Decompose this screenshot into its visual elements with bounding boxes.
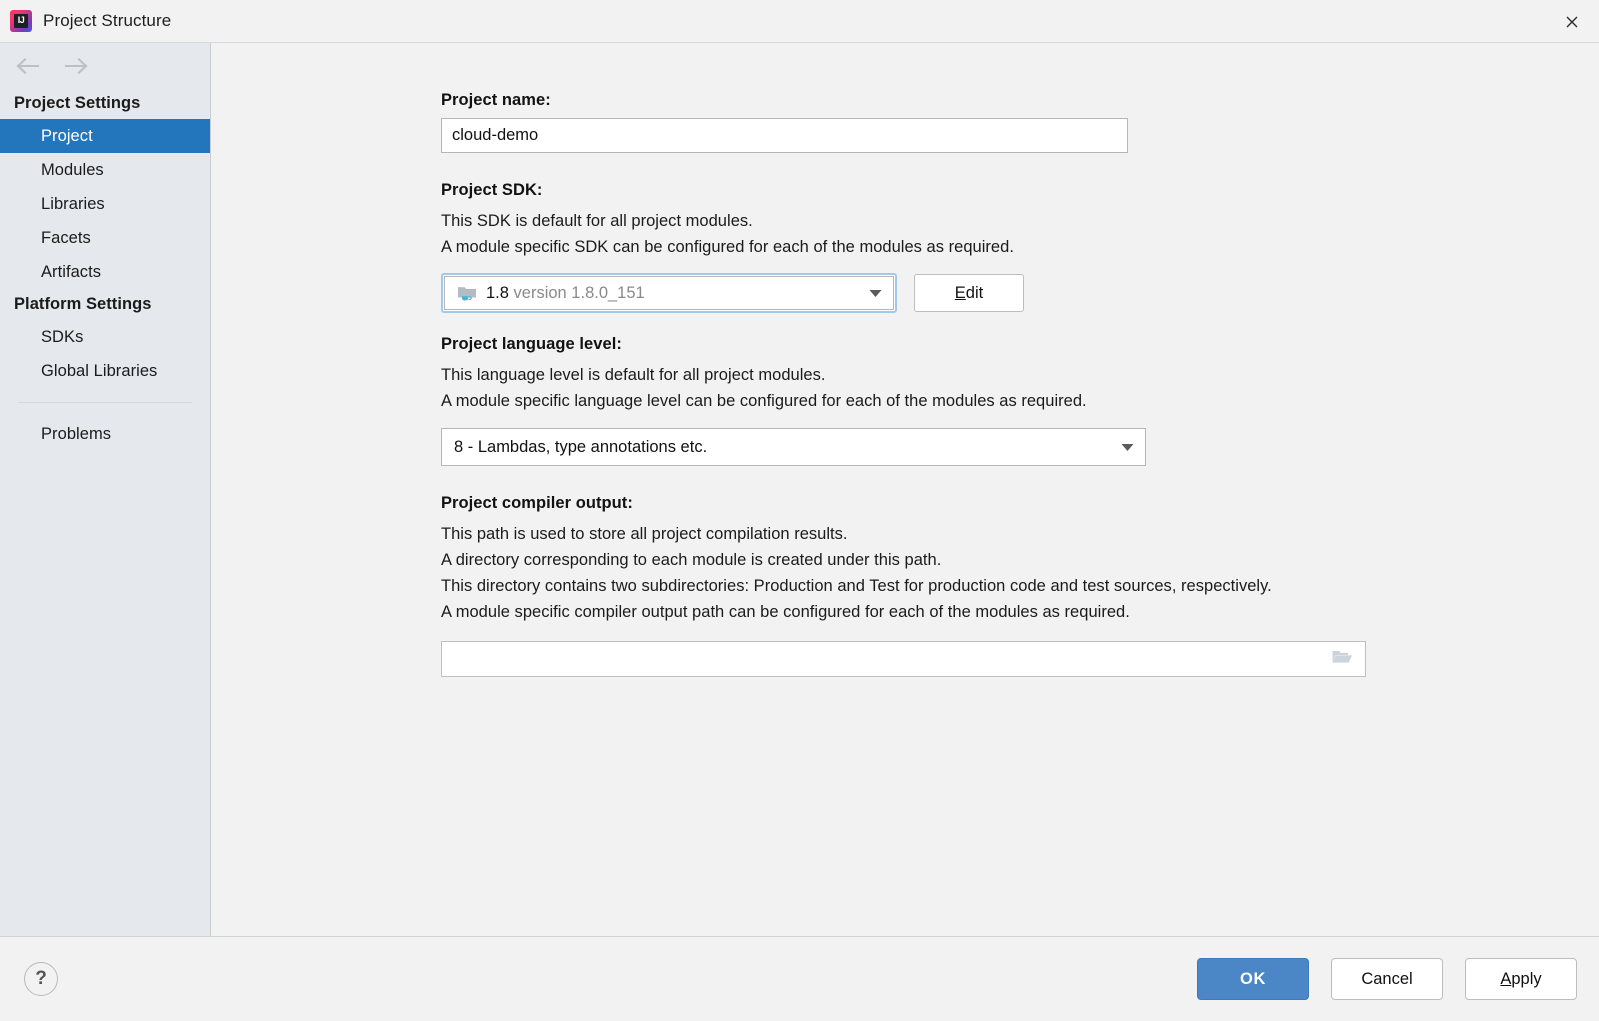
project-sdk-row: 1.8 version 1.8.0_151 Edit [441,273,1599,313]
window-title: Project Structure [43,11,171,31]
help-button-label: ? [35,968,47,990]
intellij-idea-icon: IJ [10,10,32,32]
close-icon[interactable] [1545,0,1599,43]
sidebar-item-sdks[interactable]: SDKs [0,320,210,354]
project-sdk-version: version 1.8.0_151 [514,284,645,302]
edit-sdk-button[interactable]: Edit [914,274,1024,312]
spacer [441,466,1599,494]
project-sdk-label: Project SDK: [441,181,1599,200]
navigation-arrows [0,43,210,88]
project-language-level-label: Project language level: [441,335,1599,354]
project-compiler-output-label: Project compiler output: [441,494,1599,513]
help-question-icon[interactable]: ? [24,962,58,996]
project-language-level-value: 8 - Lambdas, type annotations etc. [454,438,1117,457]
project-name-input[interactable]: cloud-demo [441,118,1128,153]
sidebar-item-global-libraries[interactable]: Global Libraries [0,354,210,388]
compiler-output-description-line-2: A directory corresponding to each module… [441,547,1599,573]
ok-button[interactable]: OK [1197,958,1309,1000]
dialog-actions: OK Cancel Apply [1197,958,1577,1000]
compiler-output-description-line-4: A module specific compiler output path c… [441,599,1599,625]
apply-button[interactable]: Apply [1465,958,1577,1000]
java-sdk-folder-icon [457,284,477,302]
language-level-description-line-1: This language level is default for all p… [441,362,1599,388]
compiler-output-description-line-3: This directory contains two subdirectori… [441,573,1599,599]
sidebar-item-artifacts[interactable]: Artifacts [0,255,210,289]
dialog-body: Project Settings Project Modules Librari… [0,43,1599,937]
arrow-left-icon[interactable] [12,53,42,79]
edit-button-label-rest: dit [966,284,983,303]
sidebar-section-project-settings: Project Settings [0,88,210,119]
sidebar-item-project[interactable]: Project [0,119,210,153]
folder-open-icon[interactable] [1331,648,1353,671]
edit-button-mnemonic: E [955,284,966,303]
sidebar-section-platform-settings: Platform Settings [0,289,210,320]
project-sdk-description-line-1: This SDK is default for all project modu… [441,208,1599,234]
project-name-label: Project name: [441,91,1599,110]
project-name-value: cloud-demo [452,126,538,145]
project-sdk-description-line-2: A module specific SDK can be configured … [441,234,1599,260]
apply-button-mnemonic: A [1500,970,1511,989]
compiler-output-description-line-1: This path is used to store all project c… [441,521,1599,547]
language-level-description-line-2: A module specific language level can be … [441,388,1599,414]
sidebar-item-facets[interactable]: Facets [0,221,210,255]
apply-button-label-rest: pply [1511,970,1541,989]
sidebar-item-problems[interactable]: Problems [0,417,210,451]
title-bar: IJ Project Structure [0,0,1599,43]
dialog-footer: ? OK Cancel Apply [0,937,1599,1021]
cancel-button[interactable]: Cancel [1331,958,1443,1000]
settings-sidebar: Project Settings Project Modules Librari… [0,43,211,936]
project-language-level-combo[interactable]: 8 - Lambdas, type annotations etc. [441,428,1146,466]
compiler-output-path-input[interactable] [441,641,1366,677]
spacer [441,313,1599,335]
chevron-down-icon[interactable] [1117,443,1137,452]
chevron-down-icon[interactable] [865,289,885,298]
sidebar-item-libraries[interactable]: Libraries [0,187,210,221]
project-sdk-value: 1.8 version 1.8.0_151 [486,284,865,303]
project-settings-panel: Project name: cloud-demo Project SDK: Th… [211,43,1599,936]
project-sdk-combo[interactable]: 1.8 version 1.8.0_151 [444,276,894,310]
sidebar-item-modules[interactable]: Modules [0,153,210,187]
project-sdk-name: 1.8 [486,284,509,302]
arrow-right-icon[interactable] [62,53,92,79]
project-structure-dialog: IJ Project Structure [0,0,1599,1021]
spacer [441,153,1599,181]
project-sdk-combo-focus-ring: 1.8 version 1.8.0_151 [441,273,897,313]
sidebar-divider [18,402,192,403]
